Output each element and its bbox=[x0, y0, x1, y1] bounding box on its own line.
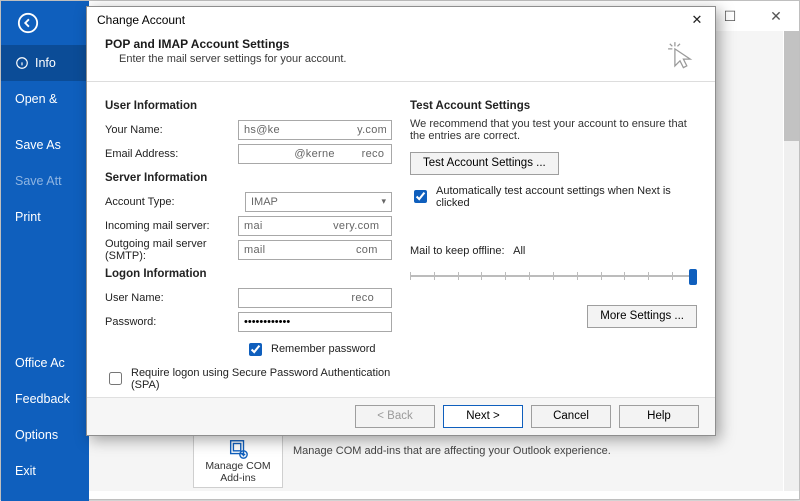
sidebar-item-label: Info bbox=[35, 56, 56, 70]
dialog-close-button[interactable]: ✕ bbox=[687, 10, 707, 30]
account-type-label: Account Type: bbox=[105, 196, 245, 208]
dialog-header: POP and IMAP Account Settings Enter the … bbox=[87, 33, 715, 82]
back-arrow-button[interactable] bbox=[1, 1, 89, 45]
com-button-line1: Manage COM bbox=[205, 460, 270, 472]
chevron-down-icon: ▾ bbox=[381, 196, 386, 207]
remember-password-label: Remember password bbox=[271, 343, 376, 355]
section-user-info: User Information bbox=[105, 100, 392, 112]
section-logon-info: Logon Information bbox=[105, 268, 392, 280]
more-settings-button[interactable]: More Settings ... bbox=[587, 305, 697, 328]
email-label: Email Address: bbox=[105, 148, 238, 160]
backstage-nav: Info Open & Save As Save Att Print Offic… bbox=[1, 45, 89, 489]
account-type-value: IMAP bbox=[251, 196, 278, 208]
auto-test-label: Automatically test account settings when… bbox=[436, 185, 697, 209]
sidebar-item-info[interactable]: Info bbox=[1, 45, 89, 81]
cursor-click-icon bbox=[663, 37, 697, 71]
mail-offline-label: Mail to keep offline: All bbox=[410, 245, 697, 257]
sidebar-item-label: Options bbox=[15, 428, 58, 442]
arrow-left-circle-icon bbox=[17, 12, 39, 34]
info-icon bbox=[15, 56, 29, 70]
sidebar-item-label: Open & bbox=[15, 92, 57, 106]
email-input[interactable] bbox=[238, 144, 392, 164]
sidebar-item-options[interactable]: Options bbox=[1, 417, 89, 453]
right-column: Test Account Settings We recommend that … bbox=[410, 94, 697, 391]
mail-offline-value: All bbox=[513, 245, 525, 257]
outgoing-server-label: Outgoing mail server (SMTP): bbox=[105, 238, 238, 262]
dialog-titlebar: Change Account ✕ bbox=[87, 7, 715, 33]
sidebar-item-label: Save As bbox=[15, 138, 61, 152]
spa-box[interactable] bbox=[109, 372, 122, 385]
sidebar-item-office[interactable]: Office Ac bbox=[1, 345, 89, 381]
incoming-server-input[interactable] bbox=[238, 216, 392, 236]
username-input[interactable] bbox=[238, 288, 392, 308]
test-button-label: Test Account Settings ... bbox=[423, 157, 546, 169]
your-name-label: Your Name: bbox=[105, 124, 238, 136]
close-icon: ✕ bbox=[692, 12, 703, 28]
backstage-sidebar: Info Open & Save As Save Att Print Offic… bbox=[1, 1, 89, 501]
sidebar-item-feedback[interactable]: Feedback bbox=[1, 381, 89, 417]
username-label: User Name: bbox=[105, 292, 238, 304]
sidebar-item-saveas[interactable]: Save As bbox=[1, 127, 89, 163]
slider-ticks bbox=[410, 272, 697, 280]
remember-password-checkbox[interactable]: Remember password bbox=[245, 340, 392, 359]
your-name-input[interactable] bbox=[238, 120, 392, 140]
remember-password-box[interactable] bbox=[249, 343, 262, 356]
spa-label: Require logon using Secure Password Auth… bbox=[131, 367, 392, 391]
outgoing-server-input[interactable] bbox=[238, 240, 392, 260]
sidebar-item-open[interactable]: Open & bbox=[1, 81, 89, 117]
sidebar-item-label: Feedback bbox=[15, 392, 70, 406]
com-addins-card: Manage COM Add-ins Manage COM add-ins th… bbox=[193, 433, 713, 488]
auto-test-checkbox[interactable]: Automatically test account settings when… bbox=[410, 185, 697, 209]
incoming-server-label: Incoming mail server: bbox=[105, 220, 238, 232]
spa-checkbox[interactable]: Require logon using Secure Password Auth… bbox=[105, 367, 392, 391]
manage-com-addins-button[interactable]: Manage COM Add-ins bbox=[193, 433, 283, 488]
test-account-settings-button[interactable]: Test Account Settings ... bbox=[410, 152, 559, 175]
help-button[interactable]: Help bbox=[619, 405, 699, 428]
addins-icon bbox=[227, 438, 249, 460]
dialog-body: User Information Your Name: Email Addres… bbox=[87, 82, 715, 397]
next-button[interactable]: Next > bbox=[443, 405, 523, 428]
sidebar-item-label: Print bbox=[15, 210, 41, 224]
bg-scrollbar-thumb[interactable] bbox=[784, 31, 799, 141]
com-addins-desc: Manage COM add-ins that are affecting yo… bbox=[293, 445, 703, 457]
change-account-dialog: Change Account ✕ POP and IMAP Account Se… bbox=[86, 6, 716, 436]
password-label: Password: bbox=[105, 316, 238, 328]
sidebar-item-label: Office Ac bbox=[15, 356, 65, 370]
mail-offline-slider[interactable] bbox=[410, 265, 697, 287]
sidebar-item-label: Save Att bbox=[15, 174, 62, 188]
com-addins-text: Manage COM add-ins that are affecting yo… bbox=[283, 433, 713, 488]
password-input[interactable] bbox=[238, 312, 392, 332]
dialog-subheading: Enter the mail server settings for your … bbox=[105, 51, 346, 65]
sidebar-item-print[interactable]: Print bbox=[1, 199, 89, 235]
sidebar-item-saveatt: Save Att bbox=[1, 163, 89, 199]
test-description: We recommend that you test your account … bbox=[410, 118, 697, 142]
cancel-button[interactable]: Cancel bbox=[531, 405, 611, 428]
com-button-line2: Add-ins bbox=[220, 472, 256, 484]
dialog-title: Change Account bbox=[97, 13, 185, 27]
section-server-info: Server Information bbox=[105, 172, 392, 184]
dialog-footer: < Back Next > Cancel Help bbox=[87, 397, 715, 435]
more-settings-label: More Settings ... bbox=[600, 310, 684, 322]
account-type-dropdown: IMAP ▾ bbox=[245, 192, 392, 212]
sidebar-item-label: Exit bbox=[15, 464, 36, 478]
dialog-heading: POP and IMAP Account Settings bbox=[105, 37, 346, 51]
slider-thumb[interactable] bbox=[689, 269, 697, 285]
sidebar-item-exit[interactable]: Exit bbox=[1, 453, 89, 489]
mail-offline-section: Mail to keep offline: All bbox=[410, 245, 697, 287]
bg-close-button[interactable]: ✕ bbox=[753, 1, 799, 31]
back-button: < Back bbox=[355, 405, 435, 428]
section-test-settings: Test Account Settings bbox=[410, 100, 697, 112]
auto-test-box[interactable] bbox=[414, 190, 427, 203]
left-column: User Information Your Name: Email Addres… bbox=[105, 94, 392, 391]
